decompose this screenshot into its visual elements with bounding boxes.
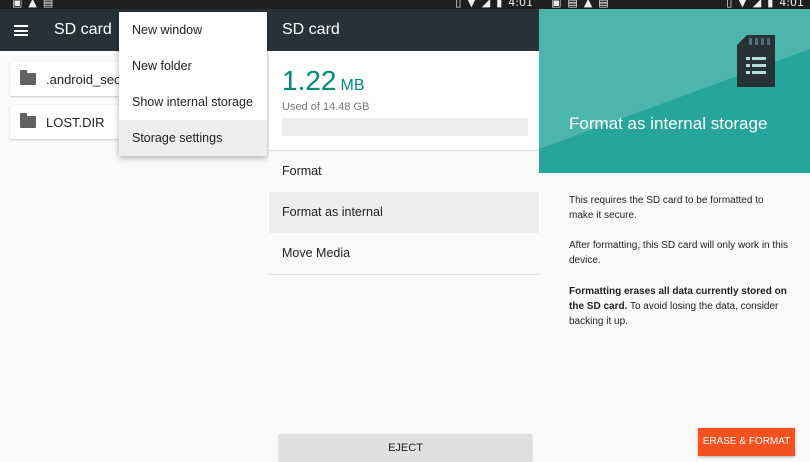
option-label: Format as internal [282, 205, 383, 219]
format-info-warning: Formatting erases all data currently sto… [569, 284, 789, 329]
format-dialog-panel: ▣ ▤ ▲ ▤ ▯ ▼ ◢ ▮ 4:01 Format as internal storage… [539, 0, 810, 462]
menu-item-storage-settings[interactable]: Storage settings [119, 120, 267, 156]
file-label: LOST.DIR [46, 115, 105, 130]
format-info-device-only: After formatting, this SD card will only… [569, 240, 788, 266]
erase-and-format-button[interactable]: ERASE & FORMAT [698, 428, 795, 456]
battery-icon: ▮ [767, 0, 774, 9]
warning-icon: ▲ [28, 0, 37, 9]
usage-amount: 1.22 MB [282, 65, 365, 97]
vibrate-icon: ▯ [455, 0, 462, 9]
warning-icon: ▲ [583, 0, 593, 9]
sd-card-settings-panel: ▯ ▼ ◢ ▮ 4:01 SD card 1.22 MB Used of 14.48 GB… [269, 0, 539, 462]
hero-background-shape [539, 9, 810, 149]
option-format-as-internal[interactable]: Format as internal [269, 192, 539, 234]
app-bar-title: SD card [54, 21, 112, 38]
status-time: 4:01 [779, 0, 804, 9]
option-label: Format [282, 164, 322, 178]
image-icon: ▤ [567, 0, 578, 9]
format-info-requirement: This requires the SD card to be formatte… [569, 195, 764, 221]
usage-subtitle: Used of 14.48 GB [282, 101, 370, 113]
wifi-icon: ▼ [738, 0, 747, 9]
option-format[interactable]: Format [269, 151, 539, 193]
no-signal-icon: ◢ [752, 0, 762, 9]
photo-icon: ▣ [12, 0, 23, 9]
menu-item-show-internal-storage[interactable]: Show internal storage [119, 84, 267, 120]
sd-card-icon [737, 35, 775, 87]
usage-number: 1.22 [282, 65, 337, 96]
image-icon: ▤ [598, 0, 609, 9]
option-label: Move Media [282, 246, 351, 260]
format-hero-header: Format as internal storage [539, 9, 810, 173]
file-browser-panel: ▣ ▲ ▤ SD card .android_sec… LOST.DIR New w… [0, 0, 269, 462]
image-icon: ▤ [42, 0, 54, 9]
eject-button[interactable]: EJECT [279, 434, 532, 462]
status-left-icons: ▣ ▤ ▲ ▤ [545, 0, 609, 9]
photo-icon: ▣ [551, 0, 562, 9]
status-left-icons: ▣ ▲ ▤ [6, 0, 53, 9]
usage-progress-bar [282, 118, 528, 136]
app-bar: SD card [269, 9, 539, 51]
status-time: 4:01 [508, 0, 533, 9]
folder-icon [20, 70, 36, 85]
app-bar-title: SD card [282, 21, 340, 38]
status-right-icons: ▯ ▼ ◢ ▮ 4:01 [720, 0, 804, 9]
folder-icon [20, 113, 36, 128]
no-signal-icon: ◢ [481, 0, 491, 9]
format-dialog-title: Format as internal storage [569, 114, 768, 133]
storage-usage: 1.22 MB Used of 14.48 GB [269, 51, 539, 151]
status-bar: ▣ ▤ ▲ ▤ ▯ ▼ ◢ ▮ 4:01 [539, 0, 810, 9]
menu-item-new-folder[interactable]: New folder [119, 48, 267, 84]
battery-icon: ▮ [496, 0, 503, 9]
wifi-icon: ▼ [467, 0, 476, 9]
status-bar: ▯ ▼ ◢ ▮ 4:01 [269, 0, 539, 9]
usage-unit: MB [340, 77, 365, 94]
menu-item-new-window[interactable]: New window [119, 12, 267, 48]
overflow-menu: New window New folder Show internal stor… [119, 12, 267, 156]
status-bar: ▣ ▲ ▤ [0, 0, 269, 9]
hamburger-menu-icon[interactable] [14, 25, 28, 36]
vibrate-icon: ▯ [726, 0, 733, 9]
option-move-media[interactable]: Move Media [269, 233, 539, 275]
status-right-icons: ▯ ▼ ◢ ▮ 4:01 [449, 0, 533, 9]
